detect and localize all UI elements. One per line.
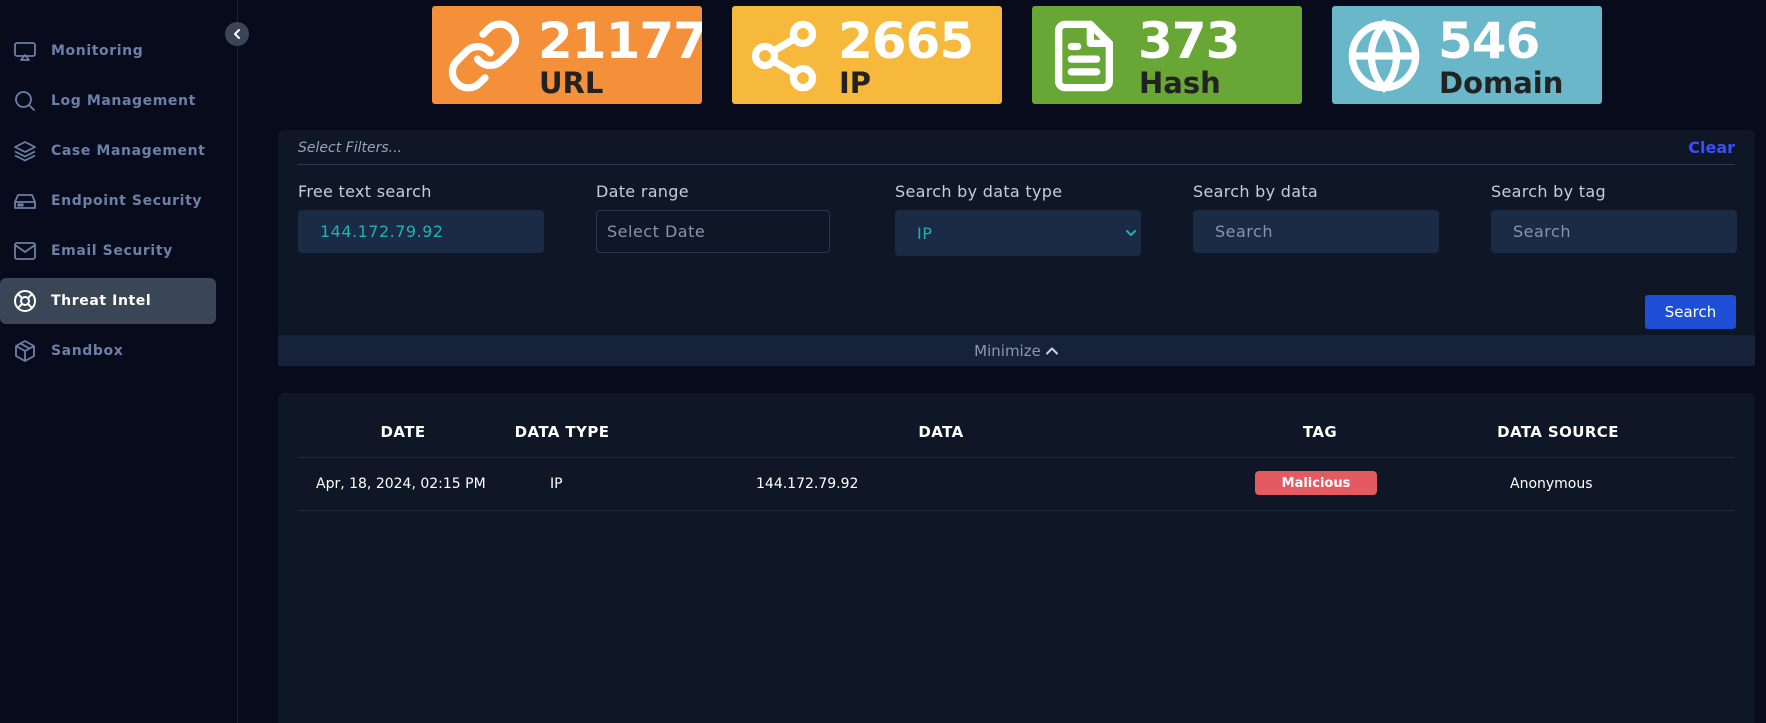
- chevron-down-icon: [1125, 224, 1137, 243]
- sidebar-item-label: Sandbox: [51, 343, 124, 359]
- row-date: Apr, 18, 2024, 02:15 PM: [316, 476, 486, 492]
- minimize-label: Minimize: [974, 341, 1041, 360]
- stat-value: 211777: [538, 12, 702, 70]
- stat-card-url[interactable]: 211777 URL: [432, 6, 702, 104]
- sidebar-item-sandbox[interactable]: Sandbox: [0, 328, 216, 374]
- sidebar-item-email-security[interactable]: Email Security: [0, 228, 216, 274]
- filter-panel: Select Filters... Clear Free text search…: [278, 130, 1755, 366]
- date-range-label: Date range: [596, 182, 689, 201]
- clear-button[interactable]: Clear: [1688, 138, 1735, 157]
- table-row[interactable]: Apr, 18, 2024, 02:15 PM IP 144.172.79.92…: [298, 458, 1735, 511]
- sidebar-collapse-button[interactable]: [225, 22, 249, 46]
- free-text-search-group: Free text search 144.172.79.92: [298, 182, 544, 253]
- stat-label: Domain: [1439, 66, 1564, 100]
- tag-search-label: Search by tag: [1491, 182, 1606, 201]
- stat-label: IP: [839, 66, 872, 100]
- search-icon: [12, 88, 38, 114]
- data-search-input[interactable]: Search: [1193, 210, 1439, 253]
- stat-card-ip[interactable]: 2665 IP: [732, 6, 1002, 104]
- column-header-tag[interactable]: TAG: [1303, 423, 1337, 441]
- free-text-search-input[interactable]: 144.172.79.92: [298, 210, 544, 253]
- stat-label: Hash: [1139, 66, 1221, 100]
- date-range-group: Date range Select Date: [596, 182, 830, 253]
- sidebar-item-log-management[interactable]: Log Management: [0, 78, 216, 124]
- layers-icon: [12, 138, 38, 164]
- tag-search-input[interactable]: Search: [1491, 210, 1737, 253]
- data-type-label: Search by data type: [895, 182, 1063, 201]
- stat-label: URL: [539, 66, 604, 100]
- stat-card-hash[interactable]: 373 Hash: [1032, 6, 1302, 104]
- results-panel: DATE DATA TYPE DATA TAG DATA SOURCE Apr,…: [278, 393, 1755, 723]
- chevron-left-icon: [231, 28, 243, 40]
- sidebar-item-monitoring[interactable]: Monitoring: [0, 28, 216, 74]
- data-type-select[interactable]: IP: [895, 210, 1141, 256]
- sidebar-item-label: Email Security: [51, 243, 173, 259]
- table-header: DATE DATA TYPE DATA TAG DATA SOURCE: [298, 411, 1735, 458]
- column-header-data-source[interactable]: DATA SOURCE: [1497, 423, 1619, 441]
- sidebar-item-label: Log Management: [51, 93, 196, 109]
- tag-search-group: Search by tag Search: [1491, 182, 1737, 253]
- minimize-toggle[interactable]: Minimize: [278, 335, 1755, 366]
- sidebar-item-label: Threat Intel: [51, 293, 152, 309]
- free-text-search-label: Free text search: [298, 182, 432, 201]
- hard-drive-icon: [12, 188, 38, 214]
- sidebar-item-label: Endpoint Security: [51, 193, 203, 209]
- row-data-source: Anonymous: [1510, 476, 1593, 492]
- lifebuoy-icon: [12, 288, 38, 314]
- sidebar-item-endpoint-security[interactable]: Endpoint Security: [0, 178, 216, 224]
- data-search-label: Search by data: [1193, 182, 1319, 201]
- stat-value: 2665: [838, 12, 974, 70]
- column-header-date[interactable]: DATE: [381, 423, 426, 441]
- column-header-data-type[interactable]: DATA TYPE: [515, 423, 610, 441]
- link-icon: [446, 18, 522, 94]
- search-button[interactable]: Search: [1645, 295, 1736, 329]
- mail-icon: [12, 238, 38, 264]
- column-header-data[interactable]: DATA: [918, 423, 963, 441]
- sidebar: Monitoring Log Management Case Managemen…: [0, 0, 238, 723]
- stat-card-domain[interactable]: 546 Domain: [1332, 6, 1602, 104]
- date-range-input[interactable]: Select Date: [596, 210, 830, 253]
- sidebar-item-label: Case Management: [51, 143, 206, 159]
- file-text-icon: [1046, 18, 1122, 94]
- tag-badge: Malicious: [1255, 471, 1377, 495]
- filter-selector[interactable]: Select Filters... Clear: [298, 138, 1735, 165]
- monitor-icon: [12, 38, 38, 64]
- sidebar-item-label: Monitoring: [51, 43, 144, 59]
- select-filters-placeholder: Select Filters...: [298, 140, 402, 156]
- row-data-type: IP: [550, 476, 563, 492]
- globe-icon: [1346, 18, 1422, 94]
- data-type-group: Search by data type IP: [895, 182, 1141, 256]
- stat-value: 373: [1138, 12, 1240, 70]
- sidebar-item-case-management[interactable]: Case Management: [0, 128, 216, 174]
- chevron-up-icon: [1041, 344, 1059, 358]
- data-type-selected-value: IP: [917, 223, 933, 243]
- data-search-group: Search by data Search: [1193, 182, 1439, 253]
- box-icon: [12, 338, 38, 364]
- row-data: 144.172.79.92: [756, 476, 859, 492]
- stat-value: 546: [1438, 12, 1540, 70]
- sidebar-item-threat-intel[interactable]: Threat Intel: [0, 278, 216, 324]
- share-icon: [746, 18, 822, 94]
